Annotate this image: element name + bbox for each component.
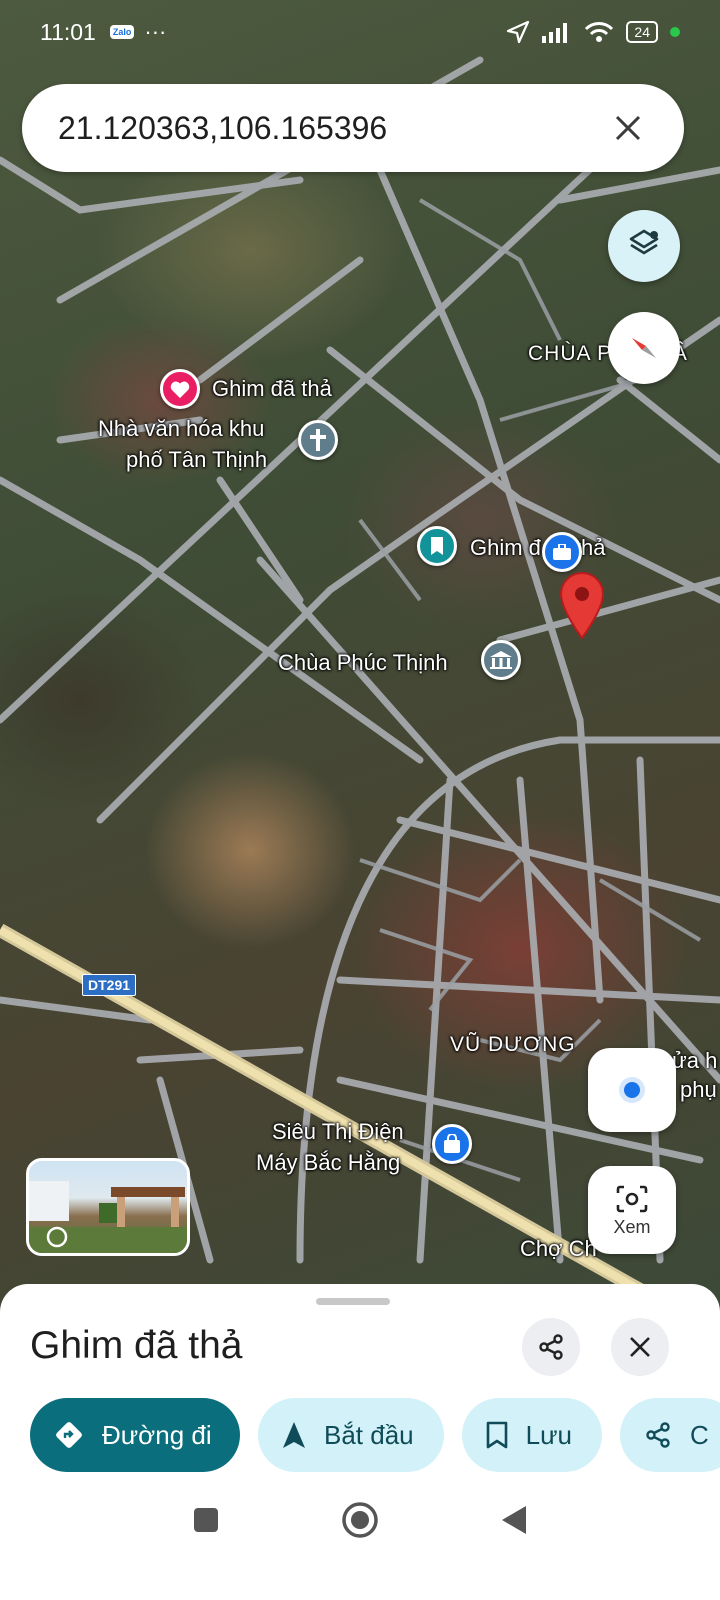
- place-title: Ghim đã thả: [30, 1324, 243, 1367]
- start-label: Bắt đầu: [324, 1419, 414, 1450]
- temple-icon[interactable]: [481, 640, 521, 680]
- signal-bars-icon: [542, 23, 568, 43]
- favorite-pin-icon[interactable]: [160, 369, 200, 409]
- location-arrow-icon: [507, 20, 530, 44]
- navigation-arrow-icon: [282, 1421, 306, 1449]
- save-button[interactable]: Lưu: [461, 1398, 602, 1472]
- layers-button[interactable]: [608, 210, 680, 282]
- share-icon: [539, 1334, 563, 1360]
- compass-icon: [632, 338, 656, 358]
- close-icon: [615, 115, 641, 141]
- zalo-notification-icon: Zalo: [109, 25, 135, 39]
- save-label: Lưu: [525, 1419, 572, 1450]
- shopping-bag-icon[interactable]: [432, 1124, 472, 1164]
- back-button[interactable]: [492, 1498, 536, 1542]
- close-sheet-button[interactable]: [611, 1318, 669, 1376]
- map-label-dropped-pin[interactable]: Ghim đã thả: [212, 374, 332, 404]
- share-icon: [644, 1421, 672, 1449]
- map-label-market[interactable]: Chợ Ch: [520, 1234, 597, 1264]
- dropped-pin-marker-icon[interactable]: [557, 570, 607, 640]
- directions-label: Đường đi: [102, 1419, 212, 1450]
- road-shield-dt291: DT291: [82, 974, 137, 996]
- my-location-button[interactable]: [588, 1048, 676, 1132]
- home-button[interactable]: [338, 1498, 382, 1542]
- wifi-icon: [585, 22, 614, 42]
- map-label-cultural-house-line2[interactable]: phố Tân Thịnh: [126, 445, 267, 475]
- share-chip-label: C: [689, 1419, 709, 1450]
- search-bar[interactable]: [22, 84, 684, 172]
- map-label-district[interactable]: VŨ DƯƠNG: [450, 1030, 576, 1060]
- share-chip-button[interactable]: C: [619, 1398, 720, 1472]
- map-label-right-edge-1: ửa h: [672, 1048, 718, 1073]
- map-label-dropped-pin-mid-text: Ghim đ: [470, 535, 541, 560]
- map-label-store-line2[interactable]: Máy Bắc Hằng: [256, 1148, 400, 1178]
- privacy-indicator-dot: [670, 27, 680, 37]
- status-time: 11:01: [40, 18, 96, 45]
- layers-icon: [629, 229, 659, 255]
- church-cross-icon[interactable]: [298, 420, 338, 460]
- lens-view-button[interactable]: Xem: [588, 1166, 676, 1254]
- map-label-cultural-house-line1[interactable]: Nhà văn hóa khu: [98, 414, 264, 444]
- compass-button[interactable]: [608, 312, 680, 384]
- directions-icon: [54, 1420, 84, 1450]
- street-view-image: [29, 1181, 187, 1253]
- map-label-store-line1[interactable]: Siêu Thị Điện: [272, 1117, 404, 1147]
- my-location-icon: [619, 1077, 645, 1103]
- work-briefcase-icon[interactable]: [542, 532, 582, 572]
- recents-button[interactable]: [184, 1498, 228, 1542]
- directions-button[interactable]: Đường đi: [30, 1398, 240, 1472]
- search-input[interactable]: [58, 109, 608, 147]
- map-label-chua-top-right-text: CHÙA P: [528, 342, 613, 365]
- bookmark-icon: [486, 1421, 508, 1449]
- sheet-drag-handle[interactable]: [316, 1298, 390, 1305]
- clear-search-button[interactable]: [608, 108, 648, 148]
- battery-indicator: 24: [626, 21, 658, 43]
- map-label-right-edge-2: phụ: [680, 1077, 717, 1102]
- camera-lens-icon: [616, 1185, 648, 1212]
- map-label-pagoda[interactable]: Chùa Phúc Thịnh: [278, 648, 448, 678]
- lens-view-label: Xem: [613, 1216, 651, 1237]
- system-navigation-bar: [0, 1480, 720, 1600]
- close-icon: [630, 1337, 650, 1357]
- share-button[interactable]: [522, 1318, 580, 1376]
- status-bar: 11:01 Zalo ··· 24: [0, 0, 720, 64]
- start-button[interactable]: Bắt đầu: [258, 1398, 444, 1472]
- street-view-thumbnail[interactable]: [26, 1158, 190, 1256]
- map-label-dropped-pin-mid[interactable]: Ghim đ thả: [470, 533, 606, 563]
- bookmark-pin-icon[interactable]: [417, 526, 457, 566]
- home-circle-icon: [342, 1502, 378, 1538]
- square-icon: [194, 1508, 218, 1532]
- back-triangle-icon: [502, 1506, 526, 1534]
- more-notifications-indicator: ···: [144, 19, 167, 44]
- action-chips: Đường đi Bắt đầu Lưu C: [30, 1398, 720, 1472]
